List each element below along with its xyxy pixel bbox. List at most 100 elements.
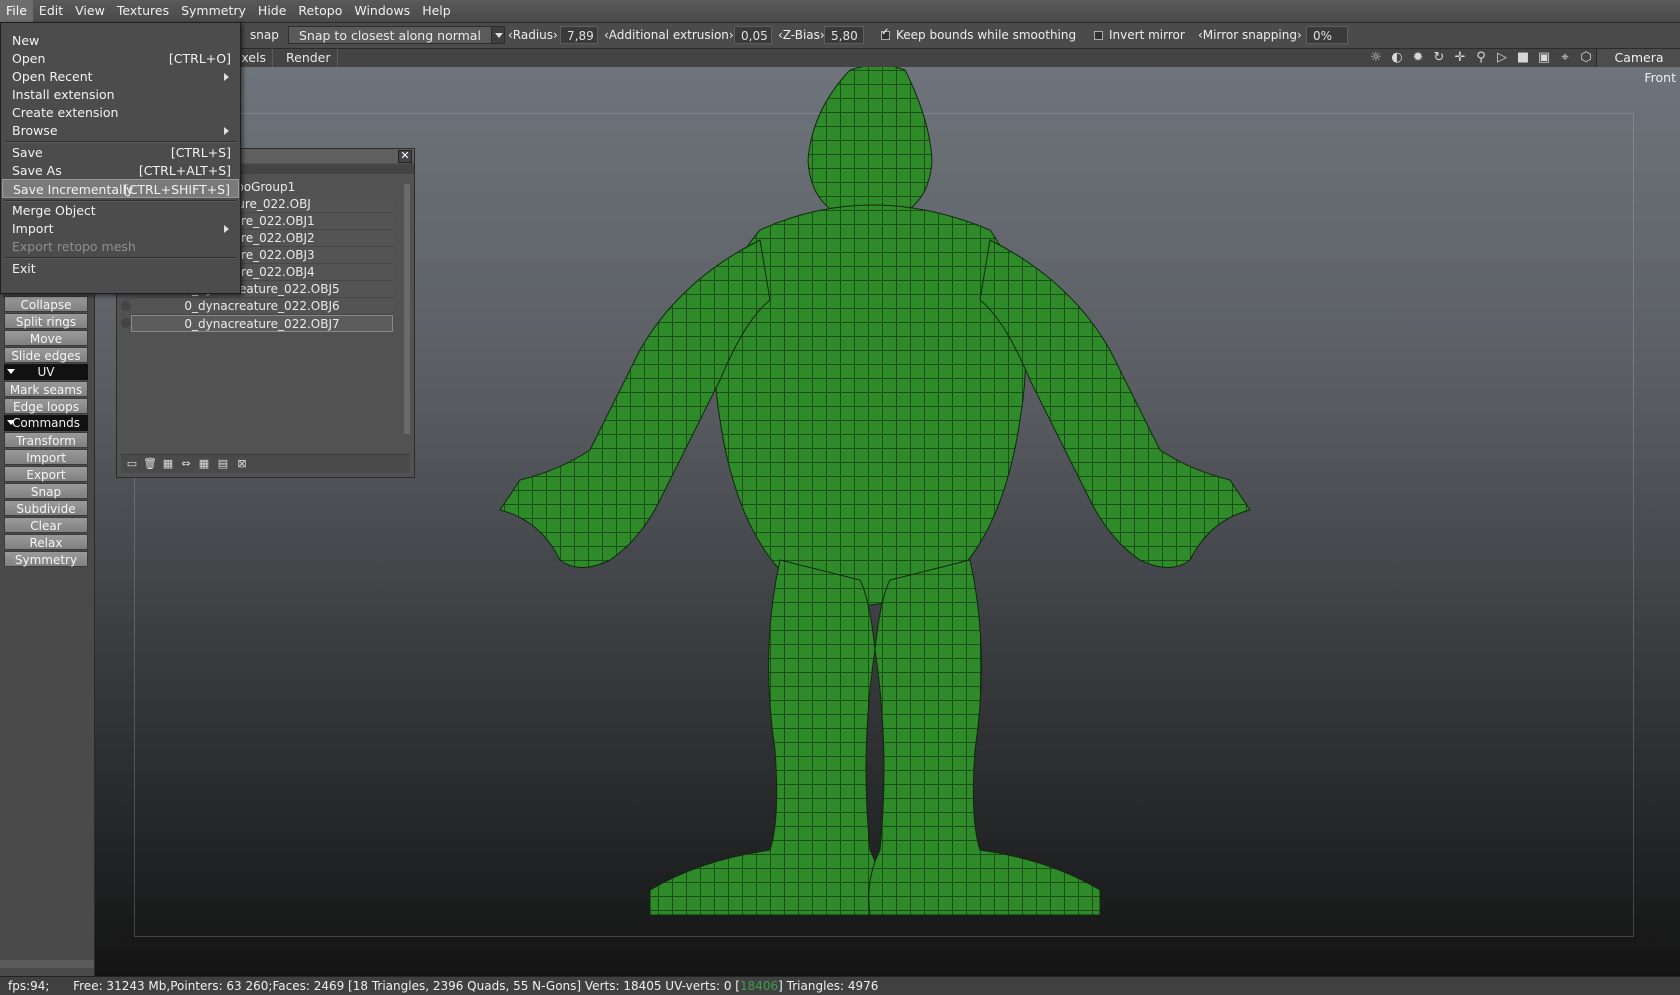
chevron-right-icon	[224, 225, 229, 233]
export-button[interactable]: Export	[4, 466, 88, 482]
room-tab-bar: oxels Render ☼ ◐ ✹ ↻ ✛ ⚲ ▷ ■ ▣ ⌖ ⬡	[228, 49, 1680, 68]
contrast-icon[interactable]: ◐	[1389, 50, 1405, 66]
menu-file[interactable]: File	[0, 0, 33, 22]
play-icon[interactable]: ▷	[1494, 50, 1510, 66]
chevron-right-icon	[224, 73, 229, 81]
menu-item-save[interactable]: Save [CTRL+S]	[2, 143, 239, 162]
zoom-icon[interactable]: ⚲	[1473, 50, 1489, 66]
fps-readout: fps:94;	[8, 979, 50, 993]
list-item[interactable]: 0_dynacreature_022.OBJ6	[131, 298, 393, 315]
menu-item-create-extension[interactable]: Create extension	[2, 103, 239, 122]
status-bar: fps:94; Free: 31243 Mb,Pointers: 63 260;…	[0, 976, 1680, 995]
menu-symmetry[interactable]: Symmetry	[175, 0, 252, 22]
menu-item-open-recent[interactable]: Open Recent	[2, 67, 239, 86]
eye-icon[interactable]	[121, 318, 131, 328]
edge-loops-button[interactable]: Edge loops	[4, 398, 88, 414]
move-vertices-button[interactable]: Move vertices	[4, 330, 88, 362]
extrusion-field[interactable]: 0,05	[734, 26, 772, 44]
new-layer-icon[interactable]: ▭	[125, 457, 139, 471]
trash-icon[interactable]: 🗑	[143, 457, 157, 471]
keep-bounds-label: Keep bounds while smoothing	[896, 28, 1077, 42]
chevron-down-icon[interactable]	[491, 26, 505, 44]
extrusion-label: ‹Additional extrusion›	[604, 28, 734, 42]
menu-item-label: Import	[12, 221, 54, 236]
menu-item-install-extension[interactable]: Install extension	[2, 85, 239, 104]
zbias-field[interactable]: 5,80	[824, 26, 864, 44]
menu-item-export-retopo: Export retopo mesh	[2, 237, 239, 256]
merge-icon[interactable]: ▦	[161, 457, 175, 471]
scene-stats: Free: 31243 Mb,Pointers: 63 260;Faces: 2…	[73, 979, 740, 993]
pan-icon[interactable]: ✛	[1452, 50, 1468, 66]
sun-icon[interactable]: ✹	[1410, 50, 1426, 66]
clear-button[interactable]: Clear	[4, 517, 88, 533]
menu-retopo[interactable]: Retopo	[292, 0, 348, 22]
radius-field[interactable]: 7,89	[560, 26, 598, 44]
menu-edit[interactable]: Edit	[33, 0, 69, 22]
menu-hide[interactable]: Hide	[252, 0, 293, 22]
list-scrollbar[interactable]	[404, 184, 410, 434]
commands-section-header[interactable]: Commands	[4, 415, 88, 431]
menu-item-save-incrementally[interactable]: Save Incrementally [CTRL+SHIFT+S]	[2, 179, 239, 198]
menu-item-import[interactable]: Import	[2, 219, 239, 238]
camera-button[interactable]: Camera	[1596, 49, 1680, 67]
frame-icon[interactable]: ▣	[1536, 50, 1552, 66]
menu-item-save-as[interactable]: Save As [CTRL+ALT+S]	[2, 161, 239, 180]
menu-item-label: Save	[12, 145, 43, 160]
list-item-selected[interactable]: 0_dynacreature_022.OBJ7	[131, 315, 393, 332]
rotate-icon[interactable]: ↻	[1431, 50, 1447, 66]
menu-item-open[interactable]: Open [CTRL+O]	[2, 49, 239, 68]
clear-icon[interactable]: ⊠	[235, 457, 249, 471]
menu-item-label: Open	[12, 51, 46, 66]
shortcut-label: [CTRL+SHIFT+S]	[123, 182, 230, 197]
close-icon[interactable]: ✕	[398, 150, 412, 163]
menu-item-merge-object[interactable]: Merge Object	[2, 201, 239, 220]
menu-item-label: Browse	[12, 123, 58, 138]
menu-item-label: Exit	[12, 261, 36, 276]
symmetry-button[interactable]: Symmetry	[4, 551, 88, 567]
menu-help[interactable]: Help	[416, 0, 457, 22]
invert-mirror-label: Invert mirror	[1109, 28, 1185, 42]
slide-edges-button[interactable]: Slide edges	[4, 347, 88, 363]
menu-item-new[interactable]: New	[2, 31, 239, 50]
snap-mode-dropdown[interactable]: Snap to closest along normal	[288, 26, 492, 44]
zbias-label: ‹Z-Bias›	[778, 28, 825, 42]
chevron-right-icon	[224, 127, 229, 135]
swap-icon[interactable]: ⇔	[179, 457, 193, 471]
split-rings-button[interactable]: Split rings	[4, 313, 88, 329]
import-button[interactable]: Import	[4, 449, 88, 465]
menu-view[interactable]: View	[69, 0, 111, 22]
menu-windows[interactable]: Windows	[348, 0, 416, 22]
menu-item-label: Open Recent	[12, 69, 93, 84]
stop-icon[interactable]: ■	[1515, 50, 1531, 66]
visibility-icon[interactable]	[121, 301, 131, 311]
light-icon[interactable]: ☼	[1368, 50, 1384, 66]
shortcut-label: [CTRL+S]	[170, 145, 231, 160]
invert-mirror-checkbox[interactable]	[1094, 31, 1103, 40]
menu-item-browse[interactable]: Browse	[2, 121, 239, 140]
menu-item-exit[interactable]: Exit	[2, 259, 239, 278]
tab-render[interactable]: Render	[280, 49, 338, 67]
menu-item-label: New	[12, 33, 40, 48]
subdivide-button[interactable]: Subdivide	[4, 500, 88, 516]
menu-item-label: Export retopo mesh	[12, 239, 136, 254]
snap-button[interactable]: Snap	[4, 483, 88, 499]
snap-label: snap	[250, 28, 279, 42]
mirror-snapping-field[interactable]: 0%	[1306, 26, 1348, 44]
target-icon[interactable]: ⌖	[1557, 50, 1573, 66]
mirror-snapping-label: ‹Mirror snapping›	[1198, 28, 1302, 42]
transform-button[interactable]: Transform	[4, 432, 88, 448]
table-icon[interactable]: ▤	[216, 457, 230, 471]
menu-textures[interactable]: Textures	[111, 0, 175, 22]
grid-icon[interactable]: ▦	[197, 457, 211, 471]
uv-section-header[interactable]: UV	[4, 364, 88, 380]
uv-verts-highlight: 18406	[739, 979, 779, 993]
mark-seams-button[interactable]: Mark seams	[4, 381, 88, 397]
keep-bounds-checkbox[interactable]	[881, 27, 890, 40]
collapse-button[interactable]: Collapse	[4, 296, 88, 312]
menu-item-label: Create extension	[12, 105, 119, 120]
panel-scrollbar[interactable]	[0, 960, 94, 968]
cube-icon[interactable]: ⬡	[1578, 50, 1594, 66]
menu-item-label: Install extension	[12, 87, 115, 102]
commands-section-label: Commands	[12, 416, 80, 430]
relax-button[interactable]: Relax	[4, 534, 88, 550]
